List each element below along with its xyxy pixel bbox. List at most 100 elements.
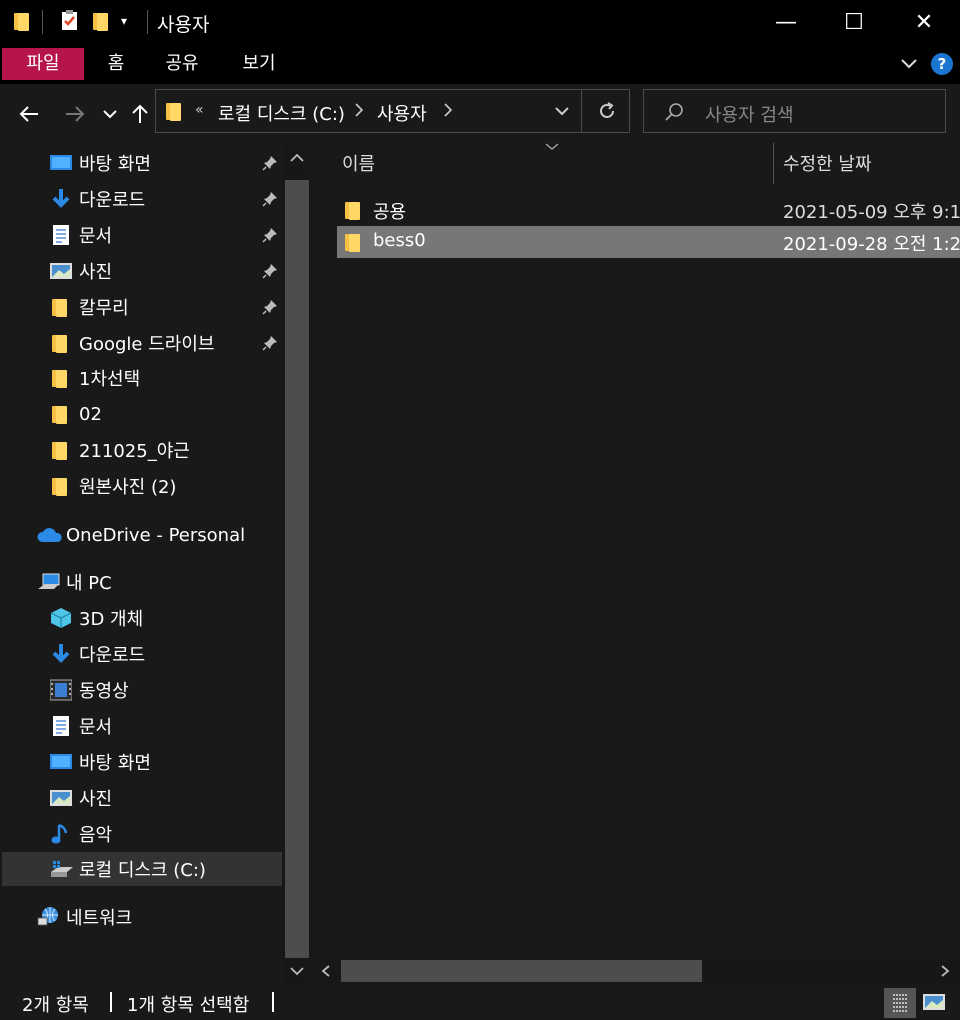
address-bar[interactable]: « 로컬 디스크 (C:) 사용자	[155, 89, 630, 133]
column-header-modified[interactable]: 수정한 날짜	[783, 150, 872, 176]
pin-icon	[262, 263, 278, 279]
pin-icon	[262, 191, 278, 207]
details-view-icon[interactable]	[884, 988, 916, 1018]
nav-item-label: 칼무리	[79, 298, 129, 319]
pin-icon	[262, 155, 278, 171]
videos-icon	[50, 679, 72, 701]
nav-item-folder[interactable]: 1차선택	[0, 360, 283, 396]
tab-view[interactable]: 보기	[237, 48, 281, 80]
nav-item-downloads[interactable]: 다운로드	[0, 181, 283, 217]
nav-item-label: 다운로드	[79, 645, 146, 666]
maximize-button[interactable]: ☐	[820, 0, 888, 44]
nav-item-folder[interactable]: 원본사진 (2)	[0, 468, 283, 504]
nav-item-desktop[interactable]: 바탕 화면	[0, 744, 283, 780]
music-icon	[50, 823, 72, 845]
table-row[interactable]: 공용 2021-05-09 오후 9:19	[337, 194, 960, 226]
scroll-right-icon[interactable]	[939, 964, 951, 978]
folder-icon	[52, 367, 74, 389]
nav-item-label: 1차선택	[79, 369, 141, 390]
scroll-down-icon[interactable]	[289, 965, 305, 977]
file-modified-date: 2021-05-09 오후 9:19	[783, 202, 960, 223]
nav-item-downloads[interactable]: 다운로드	[0, 636, 283, 672]
nav-item-desktop[interactable]: 바탕 화면	[0, 145, 283, 181]
item-count: 2개 항목	[22, 995, 89, 1016]
nav-item-folder[interactable]: 칼무리	[0, 289, 283, 325]
nav-item-label: OneDrive - Personal	[66, 524, 246, 546]
path-overflow[interactable]: «	[195, 102, 204, 118]
nav-item-label: 바탕 화면	[79, 154, 151, 175]
local-disk-icon	[50, 858, 73, 880]
onedrive-cloud-icon	[37, 524, 62, 546]
nav-item-label: 211025_야근	[79, 441, 190, 462]
back-icon[interactable]	[14, 96, 44, 132]
refresh-icon[interactable]	[597, 101, 617, 121]
desktop-icon	[50, 751, 72, 773]
search-box[interactable]: 사용자 검색	[643, 89, 946, 133]
nav-item-this-pc[interactable]: 내 PC	[0, 564, 283, 600]
tab-file[interactable]: 파일	[2, 48, 84, 80]
forward-icon[interactable]	[60, 96, 90, 132]
tab-home[interactable]: 홈	[96, 48, 136, 80]
recent-locations-icon[interactable]	[100, 96, 120, 132]
properties-icon[interactable]	[60, 10, 80, 32]
nav-item-folder[interactable]: 211025_야근	[0, 432, 283, 468]
nav-item-label: 네트워크	[66, 908, 133, 929]
tab-share[interactable]: 공유	[160, 48, 204, 80]
breadcrumb-local-disk[interactable]: 로컬 디스크 (C:)	[218, 100, 345, 126]
folder-icon	[52, 332, 74, 354]
search-input[interactable]: 사용자 검색	[705, 101, 794, 127]
pictures-icon	[50, 787, 72, 809]
pin-icon	[262, 227, 278, 243]
minimize-button[interactable]: —	[752, 0, 820, 44]
nav-item-label: 음악	[79, 825, 113, 846]
nav-item-label: 사진	[79, 262, 113, 283]
nav-item-label: 동영상	[79, 681, 129, 702]
pc-icon	[37, 571, 60, 593]
folder-icon	[52, 403, 74, 425]
chevron-right-icon[interactable]	[443, 103, 453, 117]
help-icon[interactable]: ?	[931, 53, 953, 75]
column-header-name[interactable]: 이름	[342, 150, 375, 176]
divider	[272, 992, 274, 1012]
document-icon	[50, 224, 72, 246]
nav-item-onedrive[interactable]: OneDrive - Personal	[0, 517, 283, 553]
large-icons-view-icon[interactable]	[922, 992, 946, 1012]
nav-item-google-drive[interactable]: Google 드라이브	[0, 325, 283, 361]
nav-item-label: 문서	[79, 226, 113, 247]
chevron-right-icon[interactable]	[354, 103, 364, 117]
nav-item-folder[interactable]: 02	[0, 396, 283, 432]
column-divider[interactable]	[773, 143, 774, 184]
nav-item-local-disk[interactable]: 로컬 디스크 (C:)	[2, 852, 282, 886]
table-row[interactable]: bess0 2021-09-28 오전 1:26	[337, 226, 960, 258]
nav-item-label: 3D 개체	[79, 609, 144, 630]
pin-icon	[262, 335, 278, 351]
file-modified-date: 2021-09-28 오전 1:26	[783, 234, 960, 255]
scroll-up-icon[interactable]	[289, 152, 305, 164]
address-history-icon[interactable]	[554, 105, 570, 117]
nav-item-label: 02	[79, 403, 102, 425]
nav-item-label: 내 PC	[66, 573, 112, 594]
customize-dropdown-icon[interactable]: ▾	[121, 14, 141, 36]
nav-item-pictures[interactable]: 사진	[0, 253, 283, 289]
nav-item-videos[interactable]: 동영상	[0, 672, 283, 708]
expand-ribbon-icon[interactable]	[900, 54, 918, 72]
nav-item-music[interactable]: 음악	[0, 816, 283, 852]
nav-item-label: 사진	[79, 789, 113, 810]
divider	[147, 10, 148, 34]
nav-item-documents[interactable]: 문서	[0, 708, 283, 744]
breadcrumb-users[interactable]: 사용자	[377, 100, 427, 126]
nav-item-network[interactable]: 네트워크	[0, 899, 283, 935]
folder-icon	[52, 475, 74, 497]
folder-icon	[52, 439, 74, 461]
nav-item-documents[interactable]: 문서	[0, 217, 283, 253]
new-folder-icon[interactable]	[93, 10, 113, 32]
up-icon[interactable]	[128, 96, 152, 132]
content-scrollbar-thumb[interactable]	[341, 960, 702, 982]
file-list	[313, 145, 960, 958]
nav-item-pictures[interactable]: 사진	[0, 780, 283, 816]
scroll-left-icon[interactable]	[320, 964, 332, 978]
nav-pane-scrollbar-thumb[interactable]	[285, 180, 309, 958]
folder-icon	[345, 231, 361, 258]
nav-item-3d-objects[interactable]: 3D 개체	[0, 600, 283, 636]
close-button[interactable]: ✕	[890, 0, 958, 44]
